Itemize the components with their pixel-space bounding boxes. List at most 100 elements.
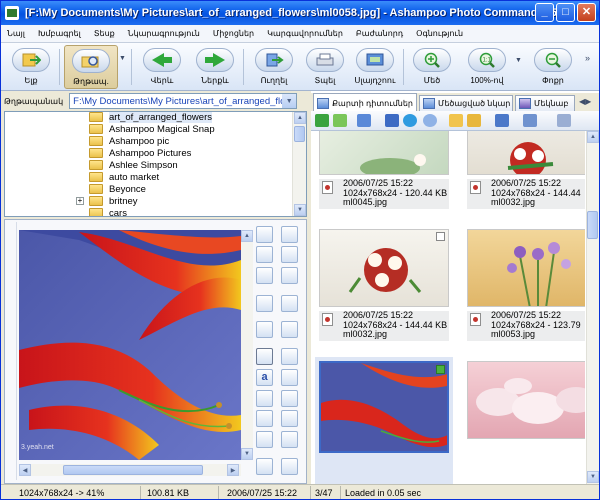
- maximize-button[interactable]: □: [556, 3, 575, 22]
- zoom-level-button[interactable]: 1:1 100%-ով: [459, 45, 515, 89]
- rotate-180-icon[interactable]: [256, 267, 273, 284]
- folder-dropdown-icon[interactable]: ▼: [119, 55, 129, 75]
- zoom-dropdown-icon[interactable]: ▼: [515, 57, 522, 64]
- thumbnail-caption: 2006/07/25 15:22 1024x768x24 - 144.44 ml00…: [467, 178, 585, 209]
- forward-icon[interactable]: [333, 114, 347, 127]
- refresh-icon[interactable]: [403, 114, 417, 127]
- apply-icon[interactable]: [256, 458, 273, 475]
- menu-view[interactable]: Տեսք: [94, 29, 115, 38]
- pencil-icon[interactable]: [281, 410, 298, 427]
- menu-settings[interactable]: Կարգավորումներ: [267, 29, 343, 38]
- scroll-up-icon[interactable]: ▲: [294, 112, 306, 124]
- scroll-down-icon[interactable]: ▼: [294, 204, 306, 216]
- menu-file[interactable]: Նայլ: [7, 29, 25, 38]
- rectangle-icon[interactable]: [281, 390, 298, 407]
- sort-icon[interactable]: [495, 114, 509, 127]
- tree-item[interactable]: + britney: [76, 195, 138, 207]
- minimize-button[interactable]: _: [535, 3, 554, 22]
- scroll-down-icon[interactable]: ▼: [241, 448, 253, 460]
- print-button[interactable]: Տպել: [301, 45, 349, 89]
- preview-vscroll[interactable]: ▲ ▼: [241, 230, 253, 460]
- tree-scrollbar[interactable]: ▲ ▼: [292, 112, 306, 216]
- folder-icon: [89, 124, 103, 134]
- flip-horizontal-icon[interactable]: [256, 226, 273, 243]
- tab-scroll-icon[interactable]: ◀▶: [579, 97, 591, 106]
- tab-enlarged[interactable]: Մեծացված նկար: [419, 95, 513, 111]
- tree-item[interactable]: Beyonce: [89, 183, 146, 195]
- scroll-right-icon[interactable]: ▶: [227, 464, 239, 476]
- window-icon[interactable]: [385, 114, 399, 127]
- thumbnail-card[interactable]: [463, 357, 585, 462]
- jpg-file-icon: [470, 313, 481, 326]
- tab-comments[interactable]: Մեկնաբ: [515, 95, 575, 111]
- effects-icon[interactable]: [281, 431, 298, 448]
- stamp-icon[interactable]: [256, 348, 273, 365]
- prev-button[interactable]: Վերև: [138, 45, 186, 89]
- menu-subscription[interactable]: Բաժանորդ: [356, 29, 403, 38]
- resize-icon[interactable]: [256, 321, 273, 338]
- exit-button[interactable]: Ելք: [7, 45, 55, 89]
- scroll-thumb[interactable]: [63, 465, 203, 475]
- tree-item[interactable]: Ashampoo Pictures: [89, 147, 191, 159]
- favorite-folder-icon[interactable]: [449, 114, 463, 127]
- filter-icon[interactable]: [523, 114, 537, 127]
- tree-item[interactable]: Ashampoo pic: [89, 135, 169, 147]
- tree-item[interactable]: auto market: [89, 171, 159, 183]
- tree-item[interactable]: Ashlee Simpson: [89, 159, 178, 171]
- ellipse-icon[interactable]: [281, 369, 298, 386]
- fit-icon[interactable]: [281, 321, 298, 338]
- close-button[interactable]: ✕: [577, 3, 596, 22]
- menu-image[interactable]: Նկարագրություն: [128, 29, 200, 38]
- next-button[interactable]: Ներքև: [191, 45, 239, 89]
- tab-thumbnails[interactable]: Քարտի դիտումներ: [313, 93, 417, 112]
- slideshow-button[interactable]: Սլայդշոու: [351, 45, 399, 89]
- image-adjust-icon[interactable]: [281, 295, 298, 312]
- folder-up-icon[interactable]: [467, 114, 481, 127]
- scroll-left-icon[interactable]: ◀: [19, 464, 31, 476]
- folder-button[interactable]: Թղթապ.: [64, 45, 118, 89]
- zoom-in-button[interactable]: Մեծ: [409, 45, 455, 89]
- expand-icon[interactable]: +: [76, 197, 84, 205]
- tree-item[interactable]: cars: [89, 207, 127, 216]
- menu-tools[interactable]: Միջոցներ: [213, 29, 254, 38]
- batch-button[interactable]: Ուղղել: [250, 45, 298, 89]
- toolbar-overflow-icon[interactable]: »: [585, 53, 590, 63]
- thumbnail-card[interactable]: 2006/07/25 15:22 1024x768x24 - 120.44 KB m…: [315, 131, 453, 209]
- rotate-right-icon[interactable]: [281, 246, 298, 263]
- scroll-down-icon[interactable]: ▼: [587, 471, 599, 483]
- info-icon[interactable]: [281, 458, 298, 475]
- scroll-thumb[interactable]: [587, 211, 598, 239]
- crop-icon[interactable]: [281, 348, 298, 365]
- back-icon[interactable]: [315, 114, 329, 127]
- checked-checkbox[interactable]: [436, 365, 445, 374]
- thumbnail-card[interactable]: 2006/07/25 15:22 1024x768x24 - 144.44 ml00…: [463, 131, 585, 209]
- thumbnail-card[interactable]: 2006/07/25 15:22 1024x768x24 - 123.79 ml00…: [463, 225, 585, 341]
- text-icon[interactable]: a: [256, 369, 273, 386]
- thumbnail-card-selected[interactable]: [315, 357, 453, 484]
- rotate-free-icon[interactable]: [281, 267, 298, 284]
- chevron-down-icon[interactable]: ▼: [282, 94, 297, 108]
- tree-item[interactable]: Ashampoo Magical Snap: [89, 123, 215, 135]
- path-combo[interactable]: F:\My Documents\My Pictures\art_of_arran…: [69, 93, 298, 109]
- thumbnail-card[interactable]: 2006/07/25 15:22 1024x768x24 - 144.44 KB m…: [315, 225, 453, 341]
- red-eye-icon[interactable]: [256, 390, 273, 407]
- zoom-out-button[interactable]: Փոքր: [529, 45, 577, 89]
- search-icon[interactable]: [423, 114, 437, 127]
- menu-edit[interactable]: Խմբագրել: [38, 29, 81, 38]
- preview-hscroll[interactable]: ◀ ▶: [19, 464, 241, 476]
- eraser-icon[interactable]: [256, 295, 273, 312]
- copy-icon[interactable]: [557, 114, 571, 127]
- path-value: F:\My Documents\My Pictures\art_of_arran…: [73, 95, 298, 107]
- flip-vertical-icon[interactable]: [281, 226, 298, 243]
- arrow-tool-icon[interactable]: [256, 410, 273, 427]
- scroll-thumb[interactable]: [294, 126, 305, 142]
- select-checkbox[interactable]: [436, 232, 445, 241]
- scroll-up-icon[interactable]: ▲: [587, 131, 599, 143]
- grid-scrollbar[interactable]: ▲ ▼: [586, 131, 599, 484]
- scroll-up-icon[interactable]: ▲: [241, 230, 253, 242]
- rotate-left-icon[interactable]: [256, 246, 273, 263]
- fill-icon[interactable]: [256, 431, 273, 448]
- view-list-icon[interactable]: [357, 114, 371, 127]
- tree-item[interactable]: art_of_arranged_flowers: [89, 112, 212, 123]
- menu-help[interactable]: Օգնություն: [416, 29, 463, 38]
